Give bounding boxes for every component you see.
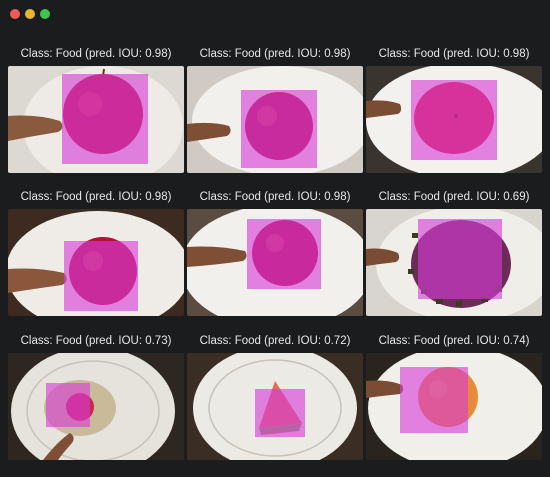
result-caption: Class: Food (pred. IOU: 0.98) (199, 48, 351, 60)
result-caption: Class: Food (pred. IOU: 0.98) (20, 48, 172, 60)
result-image (366, 353, 542, 460)
maximize-window-button[interactable] (40, 9, 50, 19)
result-image (366, 66, 542, 173)
close-window-button[interactable] (10, 9, 20, 19)
result-card: Class: Food (pred. IOU: 0.98) (187, 44, 363, 175)
result-card: Class: Food (pred. IOU: 0.98) (366, 44, 542, 175)
result-image (366, 209, 542, 316)
minimize-window-button[interactable] (25, 9, 35, 19)
result-card: Class: Food (pred. IOU: 0.73) (8, 331, 184, 462)
result-image (187, 209, 363, 316)
window-titlebar (0, 0, 550, 30)
result-caption: Class: Food (pred. IOU: 0.72) (199, 335, 351, 347)
bounding-box (255, 389, 305, 437)
result-caption: Class: Food (pred. IOU: 0.98) (199, 191, 351, 203)
result-card: Class: Food (pred. IOU: 0.69) (366, 187, 542, 318)
result-image (187, 353, 363, 460)
bounding-box (241, 90, 317, 168)
result-image (8, 209, 184, 316)
result-card: Class: Food (pred. IOU: 0.98) (8, 187, 184, 318)
bounding-box (247, 219, 321, 289)
result-image (8, 353, 184, 460)
result-caption: Class: Food (pred. IOU: 0.98) (378, 48, 530, 60)
bounding-box (64, 241, 138, 311)
bounding-box (411, 80, 497, 160)
result-card: Class: Food (pred. IOU: 0.74) (366, 331, 542, 462)
bounding-box (62, 74, 148, 164)
result-image (187, 66, 363, 173)
bounding-box (46, 383, 90, 427)
result-image (8, 66, 184, 173)
result-caption: Class: Food (pred. IOU: 0.69) (378, 191, 530, 203)
bounding-box (400, 367, 468, 433)
result-caption: Class: Food (pred. IOU: 0.98) (20, 191, 172, 203)
result-caption: Class: Food (pred. IOU: 0.73) (20, 335, 172, 347)
result-card: Class: Food (pred. IOU: 0.98) (187, 187, 363, 318)
result-card: Class: Food (pred. IOU: 0.72) (187, 331, 363, 462)
bounding-box (418, 219, 502, 299)
result-caption: Class: Food (pred. IOU: 0.74) (378, 335, 530, 347)
result-card: Class: Food (pred. IOU: 0.98) (8, 44, 184, 175)
